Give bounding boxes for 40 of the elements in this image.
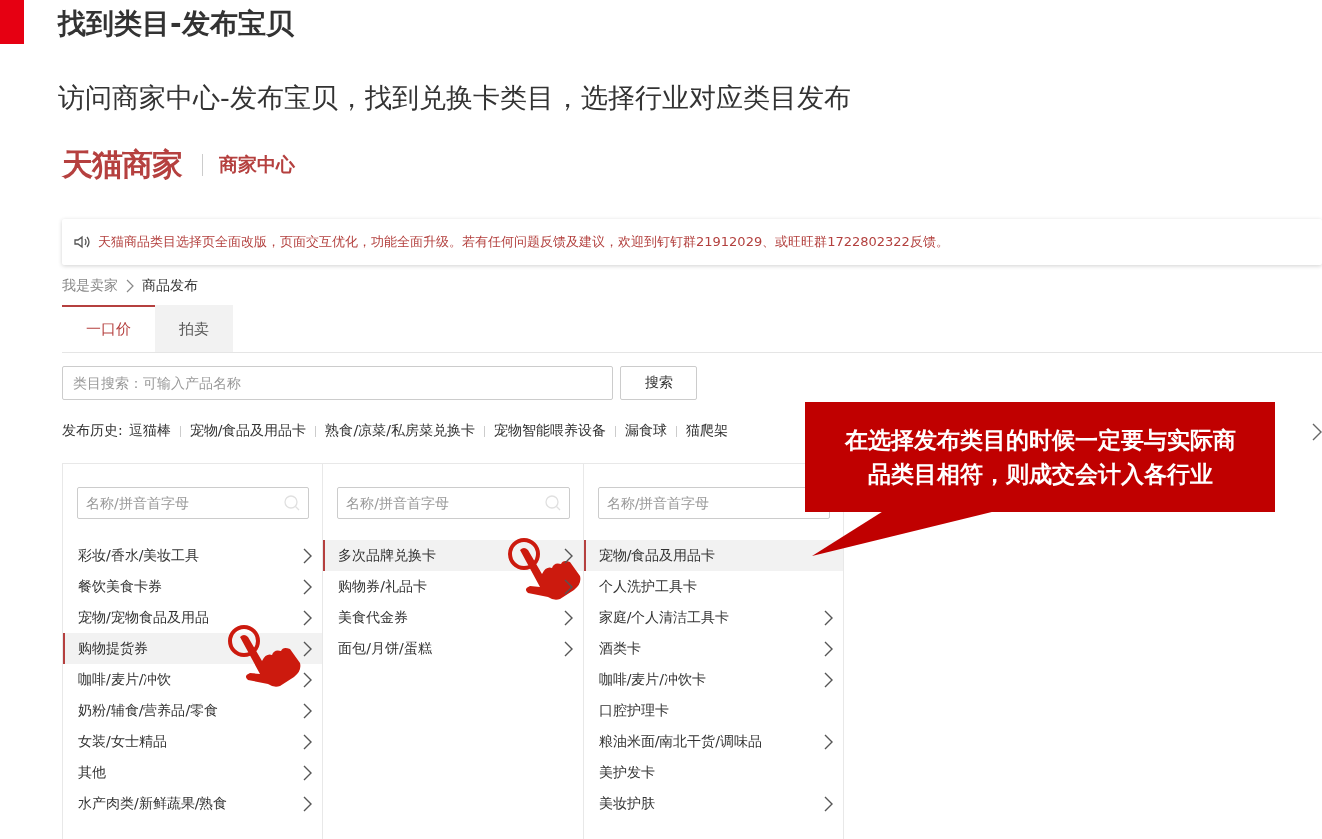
- history-link[interactable]: 宠物智能喂养设备: [493, 422, 606, 440]
- history-link[interactable]: 逗猫棒: [128, 422, 171, 440]
- breadcrumb-link[interactable]: 我是卖家: [62, 277, 118, 295]
- history-link[interactable]: 熟食/凉菜/私房菜兑换卡: [325, 422, 475, 440]
- category-item[interactable]: 酒类卡: [583, 633, 843, 664]
- section-title: 商家中心: [219, 152, 295, 177]
- category-item[interactable]: 口腔护理卡: [583, 695, 843, 726]
- history-label: 发布历史:: [62, 422, 123, 440]
- notice-text: 天猫商品类目选择页全面改版，页面交互优化，功能全面升级。若有任何问题反馈及建议，欢迎到钉钉群21912029、或旺旺群1722802322反馈。: [98, 233, 949, 251]
- category-item[interactable]: 面包/月饼/蛋糕: [323, 633, 583, 664]
- category-item[interactable]: 咖啡/麦片/冲饮: [63, 664, 323, 695]
- tab[interactable]: 拍卖: [155, 305, 233, 352]
- breadcrumb-link[interactable]: 商品发布: [142, 277, 198, 295]
- category-item[interactable]: 咖啡/麦片/冲饮卡: [583, 664, 843, 695]
- slide-title: 找到类目-发布宝贝: [58, 6, 294, 42]
- category-item[interactable]: 家庭/个人清洁工具卡: [583, 602, 843, 633]
- category-item[interactable]: 个人洗护工具卡: [583, 571, 843, 602]
- logo: 天猫商家: [62, 145, 182, 184]
- history-link[interactable]: 宠物/食品及用品卡: [189, 422, 307, 440]
- category-item[interactable]: 奶粉/辅食/营养品/零食: [63, 695, 323, 726]
- category-item[interactable]: 其他: [63, 757, 323, 788]
- category-item[interactable]: 美食代金券: [323, 602, 583, 633]
- category-item[interactable]: 餐饮美食卡券: [63, 571, 323, 602]
- category-item[interactable]: 多次品牌兑换卡: [323, 540, 583, 571]
- slide-subtitle: 访问商家中心-发布宝贝，找到兑换卡类目，选择行业对应类目发布: [58, 81, 852, 115]
- category-item[interactable]: 美妆护肤: [583, 788, 843, 819]
- category-item[interactable]: 购物券/礼品卡: [323, 571, 583, 602]
- column-search-field[interactable]: 名称/拼音首字母: [77, 487, 310, 519]
- history-link[interactable]: 漏食球: [624, 422, 667, 440]
- column-search-field[interactable]: 名称/拼音首字母: [337, 487, 570, 519]
- category-item[interactable]: 宠物/宠物食品及用品: [63, 602, 323, 633]
- category-item[interactable]: 粮油米面/南北干货/调味品: [583, 726, 843, 757]
- category-item[interactable]: 彩妆/香水/美妆工具: [63, 540, 323, 571]
- history-link[interactable]: 猫爬架: [685, 422, 728, 440]
- category-item[interactable]: 宠物/食品及用品卡: [583, 540, 843, 571]
- category-item[interactable]: 水产肉类/新鲜蔬果/熟食: [63, 788, 323, 819]
- search-button[interactable]: 搜索: [620, 366, 697, 400]
- category-item[interactable]: 美护发卡: [583, 757, 843, 788]
- category-item[interactable]: 女装/女士精品: [63, 726, 323, 757]
- category-search-field[interactable]: 类目搜索：可输入产品名称: [62, 366, 613, 400]
